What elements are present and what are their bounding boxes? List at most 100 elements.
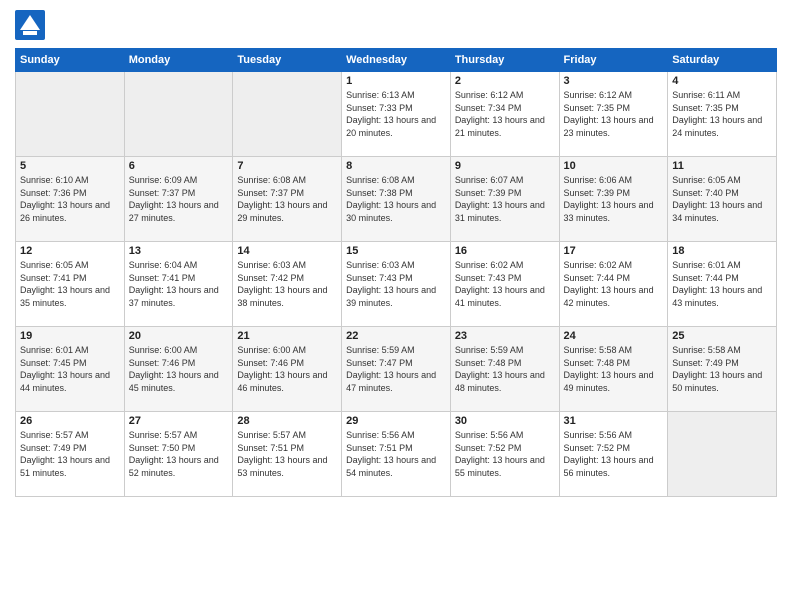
calendar-cell [668,412,777,497]
calendar-cell: 25Sunrise: 5:58 AMSunset: 7:49 PMDayligh… [668,327,777,412]
day-number: 31 [564,415,664,427]
day-number: 1 [346,75,446,87]
calendar-cell: 10Sunrise: 6:06 AMSunset: 7:39 PMDayligh… [559,157,668,242]
calendar-cell: 12 Sunrise: 6:05 AMSunset: 7:41 PMDayligh… [16,242,125,327]
day-number: 4 [672,75,772,87]
logo [15,10,49,40]
cell-info: Sunrise: 5:56 AMSunset: 7:52 PMDaylight:… [455,429,555,479]
calendar-cell: 14Sunrise: 6:03 AMSunset: 7:42 PMDayligh… [233,242,342,327]
calendar-body: 1 Sunrise: 6:13 AMSunset: 7:33 PMDaylight… [16,72,777,497]
calendar-cell: 24 Sunrise: 5:58 AMSunset: 7:48 PMDayligh… [559,327,668,412]
cell-info: Sunrise: 6:11 AMSunset: 7:35 PMDaylight:… [672,89,772,139]
calendar-table: SundayMondayTuesdayWednesdayThursdayFrid… [15,48,777,497]
header [15,10,777,40]
calendar-cell: 16Sunrise: 6:02 AMSunset: 7:43 PMDayligh… [450,242,559,327]
calendar-cell: 30 Sunrise: 5:56 AMSunset: 7:52 PMDayligh… [450,412,559,497]
day-number: 6 [129,160,229,172]
day-number: 23 [455,330,555,342]
day-header-friday: Friday [559,49,668,72]
cell-info: Sunrise: 6:00 AMSunset: 7:46 PMDaylight:… [237,344,337,394]
cell-info: Sunrise: 6:05 AMSunset: 7:40 PMDaylight:… [672,174,772,224]
calendar-cell: 19Sunrise: 6:01 AMSunset: 7:45 PMDayligh… [16,327,125,412]
cell-info: Sunrise: 5:59 AMSunset: 7:47 PMDaylight:… [346,344,446,394]
calendar-cell: 9 Sunrise: 6:07 AMSunset: 7:39 PMDaylight… [450,157,559,242]
calendar-cell: 13 Sunrise: 6:04 AMSunset: 7:41 PMDayligh… [124,242,233,327]
cell-info: Sunrise: 6:13 AMSunset: 7:33 PMDaylight:… [346,89,446,139]
cell-info: Sunrise: 6:08 AMSunset: 7:37 PMDaylight:… [237,174,337,224]
cell-info: Sunrise: 5:59 AMSunset: 7:48 PMDaylight:… [455,344,555,394]
calendar-cell: 15 Sunrise: 6:03 AMSunset: 7:43 PMDayligh… [342,242,451,327]
logo-icon [15,10,45,40]
day-header-wednesday: Wednesday [342,49,451,72]
day-number: 28 [237,415,337,427]
day-number: 25 [672,330,772,342]
calendar-cell: 18 Sunrise: 6:01 AMSunset: 7:44 PMDayligh… [668,242,777,327]
cell-info: Sunrise: 6:05 AMSunset: 7:41 PMDaylight:… [20,259,120,309]
day-header-sunday: Sunday [16,49,125,72]
day-number: 21 [237,330,337,342]
day-number: 7 [237,160,337,172]
cell-info: Sunrise: 5:58 AMSunset: 7:48 PMDaylight:… [564,344,664,394]
day-header-saturday: Saturday [668,49,777,72]
week-row-3: 19Sunrise: 6:01 AMSunset: 7:45 PMDayligh… [16,327,777,412]
day-number: 18 [672,245,772,257]
calendar-cell [233,72,342,157]
cell-info: Sunrise: 5:57 AMSunset: 7:50 PMDaylight:… [129,429,229,479]
cell-info: Sunrise: 6:10 AMSunset: 7:36 PMDaylight:… [20,174,120,224]
calendar-cell: 4 Sunrise: 6:11 AMSunset: 7:35 PMDaylight… [668,72,777,157]
cell-info: Sunrise: 5:57 AMSunset: 7:51 PMDaylight:… [237,429,337,479]
calendar-cell: 11 Sunrise: 6:05 AMSunset: 7:40 PMDayligh… [668,157,777,242]
cell-info: Sunrise: 6:07 AMSunset: 7:39 PMDaylight:… [455,174,555,224]
day-number: 17 [564,245,664,257]
day-header-tuesday: Tuesday [233,49,342,72]
cell-info: Sunrise: 6:08 AMSunset: 7:38 PMDaylight:… [346,174,446,224]
day-number: 27 [129,415,229,427]
calendar-cell: 2Sunrise: 6:12 AMSunset: 7:34 PMDaylight… [450,72,559,157]
week-row-1: 5 Sunrise: 6:10 AMSunset: 7:36 PMDaylight… [16,157,777,242]
cell-info: Sunrise: 6:09 AMSunset: 7:37 PMDaylight:… [129,174,229,224]
cell-info: Sunrise: 6:12 AMSunset: 7:34 PMDaylight:… [455,89,555,139]
calendar-cell: 27 Sunrise: 5:57 AMSunset: 7:50 PMDayligh… [124,412,233,497]
calendar-cell: 8Sunrise: 6:08 AMSunset: 7:38 PMDaylight… [342,157,451,242]
cell-info: Sunrise: 6:01 AMSunset: 7:44 PMDaylight:… [672,259,772,309]
calendar-cell: 17Sunrise: 6:02 AMSunset: 7:44 PMDayligh… [559,242,668,327]
day-number: 30 [455,415,555,427]
calendar-cell [124,72,233,157]
day-number: 15 [346,245,446,257]
cell-info: Sunrise: 6:01 AMSunset: 7:45 PMDaylight:… [20,344,120,394]
calendar-cell: 7 Sunrise: 6:08 AMSunset: 7:37 PMDaylight… [233,157,342,242]
day-number: 24 [564,330,664,342]
calendar-cell: 3Sunrise: 6:12 AMSunset: 7:35 PMDaylight… [559,72,668,157]
cell-info: Sunrise: 5:56 AMSunset: 7:52 PMDaylight:… [564,429,664,479]
cell-info: Sunrise: 6:03 AMSunset: 7:43 PMDaylight:… [346,259,446,309]
day-number: 5 [20,160,120,172]
day-number: 22 [346,330,446,342]
calendar-cell: 1 Sunrise: 6:13 AMSunset: 7:33 PMDaylight… [342,72,451,157]
calendar-cell: 20Sunrise: 6:00 AMSunset: 7:46 PMDayligh… [124,327,233,412]
day-number: 13 [129,245,229,257]
cell-info: Sunrise: 6:12 AMSunset: 7:35 PMDaylight:… [564,89,664,139]
day-number: 9 [455,160,555,172]
calendar-cell: 5 Sunrise: 6:10 AMSunset: 7:36 PMDaylight… [16,157,125,242]
day-number: 12 [20,245,120,257]
day-number: 14 [237,245,337,257]
day-number: 26 [20,415,120,427]
cell-info: Sunrise: 6:02 AMSunset: 7:43 PMDaylight:… [455,259,555,309]
cell-info: Sunrise: 6:04 AMSunset: 7:41 PMDaylight:… [129,259,229,309]
calendar-cell: 31 Sunrise: 5:56 AMSunset: 7:52 PMDayligh… [559,412,668,497]
page: SundayMondayTuesdayWednesdayThursdayFrid… [0,0,792,507]
cell-info: Sunrise: 5:57 AMSunset: 7:49 PMDaylight:… [20,429,120,479]
calendar-cell: 22 Sunrise: 5:59 AMSunset: 7:47 PMDayligh… [342,327,451,412]
day-number: 20 [129,330,229,342]
week-row-2: 12 Sunrise: 6:05 AMSunset: 7:41 PMDayligh… [16,242,777,327]
calendar-cell: 6 Sunrise: 6:09 AMSunset: 7:37 PMDaylight… [124,157,233,242]
calendar-cell [16,72,125,157]
day-number: 10 [564,160,664,172]
day-header-thursday: Thursday [450,49,559,72]
calendar-cell: 28 Sunrise: 5:57 AMSunset: 7:51 PMDayligh… [233,412,342,497]
calendar-cell: 21 Sunrise: 6:00 AMSunset: 7:46 PMDayligh… [233,327,342,412]
calendar-cell: 23 Sunrise: 5:59 AMSunset: 7:48 PMDayligh… [450,327,559,412]
cell-info: Sunrise: 5:56 AMSunset: 7:51 PMDaylight:… [346,429,446,479]
calendar-cell: 29Sunrise: 5:56 AMSunset: 7:51 PMDayligh… [342,412,451,497]
day-number: 11 [672,160,772,172]
